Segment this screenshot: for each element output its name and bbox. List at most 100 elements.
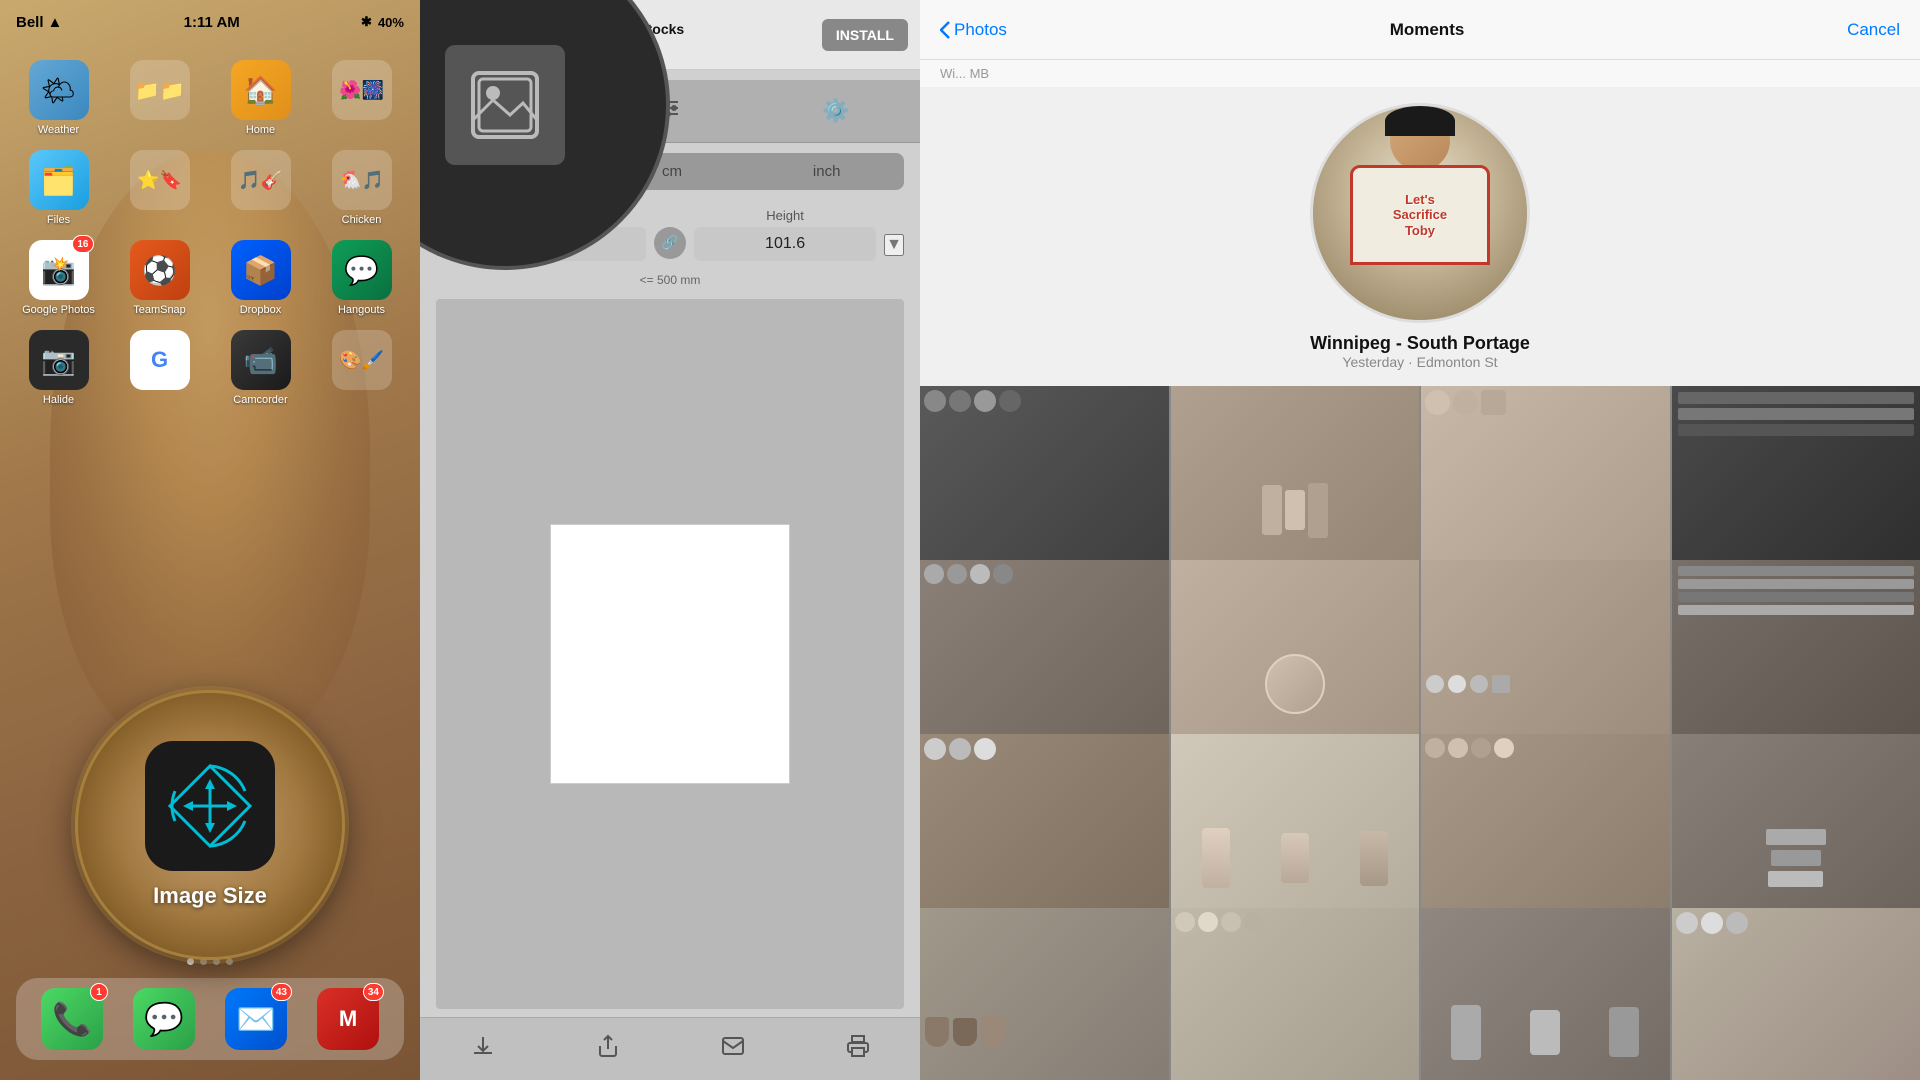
app-dropbox[interactable]: 📦 Dropbox — [214, 240, 307, 316]
google-icon: G — [151, 347, 168, 373]
app-files[interactable]: 🗂️ Files — [12, 150, 105, 226]
image-size-label: Image Size — [153, 883, 267, 909]
share-icon — [596, 1034, 620, 1058]
height-group: Height — [694, 208, 876, 261]
dock-messages[interactable]: 💬 — [133, 988, 195, 1050]
photos-header: Photos Moments Cancel — [920, 0, 1920, 60]
camcorder-icon: 📹 — [243, 344, 278, 377]
width-down-arrow[interactable]: ▼ — [884, 234, 904, 256]
app-google[interactable]: G — [113, 330, 206, 406]
dropbox-icon: 📦 — [243, 254, 278, 287]
home-label: Home — [246, 124, 275, 136]
folder3-icon: ⭐🔖 — [137, 170, 182, 191]
dock-phone[interactable]: 📞 1 — [41, 988, 103, 1050]
dock-messages-icon: 💬 — [144, 1000, 184, 1038]
print-button[interactable] — [846, 1034, 870, 1064]
teamsnap-icon: ⚽ — [142, 254, 177, 287]
moment-avatar[interactable]: Let's Sacrifice Toby — [1310, 103, 1530, 323]
hangouts-label: Hangouts — [338, 304, 385, 316]
shirt-image: Let's Sacrifice Toby — [1313, 106, 1527, 320]
teamsnap-label: TeamSnap — [133, 304, 186, 316]
moment-section: Let's Sacrifice Toby Winnipeg - South Po… — [920, 87, 1920, 386]
photo-grid: ♥ ♥ — [920, 386, 1920, 1080]
status-bar: Bell ▲ 1:11 AM ✱ 40% — [0, 0, 420, 44]
files-icon: 🗂️ — [41, 164, 76, 197]
dropbox-label: Dropbox — [240, 304, 282, 316]
thumb-content-14 — [1171, 908, 1420, 1080]
status-right: ✱ 40% — [361, 14, 404, 30]
bluetooth-icon: ✱ — [361, 14, 372, 30]
install-button[interactable]: INSTALL — [822, 19, 908, 51]
dot-4 — [226, 958, 233, 965]
google-photos-label: Google Photos — [22, 304, 95, 316]
phone-panel: Bell ▲ 1:11 AM ✱ 40% 🌤 Weather 📁📁 🏠 — [0, 0, 420, 1080]
dock-mail-badge: 43 — [271, 983, 292, 1001]
app-folder2[interactable]: 🌺🎆 — [315, 60, 408, 136]
time-label: 1:11 AM — [184, 14, 240, 31]
status-left: Bell ▲ — [16, 14, 62, 31]
app-home[interactable]: 🏠 Home — [214, 60, 307, 136]
app-folder6[interactable]: 🎨🖌️ — [315, 330, 408, 406]
image-size-icon — [145, 741, 275, 871]
height-input[interactable] — [694, 227, 876, 261]
avatar-hair — [1385, 106, 1455, 136]
home-icon: 🏠 — [243, 74, 278, 107]
diamond-arrow-icon — [165, 761, 255, 851]
photos-panel: Photos Moments Cancel Wi... MB — [920, 0, 1920, 1080]
download-icon — [471, 1034, 495, 1058]
image-size-circle-overlay[interactable]: Image Size — [75, 690, 345, 960]
preview-area — [436, 299, 904, 1009]
share-button[interactable] — [596, 1034, 620, 1064]
height-label: Height — [766, 208, 804, 223]
thumb-content-16 — [1672, 908, 1920, 1080]
thumb-content-13 — [920, 908, 1169, 1080]
dock-mail[interactable]: ✉️ 43 — [225, 988, 287, 1050]
chicken-label: Chicken — [342, 214, 382, 226]
cancel-button[interactable]: Cancel — [1847, 20, 1900, 40]
app-camcorder[interactable]: 📹 Camcorder — [214, 330, 307, 406]
down-arrow-group: ▼ — [884, 234, 904, 256]
app-weather[interactable]: 🌤 Weather — [12, 60, 105, 136]
google-photos-badge: 16 — [72, 235, 93, 253]
settings-button[interactable]: ⚙️ — [810, 92, 861, 130]
app-hangouts[interactable]: 💬 Hangouts — [315, 240, 408, 316]
download-button[interactable] — [471, 1034, 495, 1064]
mail-button[interactable] — [721, 1034, 745, 1064]
dock-phone-badge: 1 — [90, 983, 108, 1001]
back-label: Photos — [954, 20, 1007, 40]
link-icon[interactable]: 🔗 — [654, 227, 686, 259]
carrier-label: Bell — [16, 14, 44, 31]
app-halide[interactable]: 📷 Halide — [12, 330, 105, 406]
thumb-content-15 — [1421, 908, 1670, 1080]
dock-gmail[interactable]: M 34 — [317, 988, 379, 1050]
app-chicken[interactable]: 🐔🎵 Chicken — [315, 150, 408, 226]
top-hint-text: Wi... MB — [920, 60, 1920, 87]
moment-subtitle: Yesterday · Edmonton St — [1342, 354, 1497, 370]
shirt-text: Let's Sacrifice Toby — [1393, 192, 1447, 239]
app-teamsnap[interactable]: ⚽ TeamSnap — [113, 240, 206, 316]
dock: 📞 1 💬 ✉️ 43 M 34 — [16, 978, 404, 1060]
wifi-icon: ▲ — [48, 14, 63, 31]
photo-thumb-14[interactable] — [1171, 908, 1420, 1080]
unit-inch-button[interactable]: inch — [749, 153, 904, 190]
app-folder3[interactable]: ⭐🔖 — [113, 150, 206, 226]
battery-label: 40% — [378, 15, 404, 30]
print-icon — [846, 1034, 870, 1058]
photo-thumb-13[interactable] — [920, 908, 1169, 1080]
folder4-icon: 🎵🎸 — [238, 170, 283, 191]
app-folder1[interactable]: 📁📁 — [113, 60, 206, 136]
weather-icon: 🌤 — [41, 74, 77, 107]
top-hint-label: Wi... MB — [940, 66, 989, 81]
mail-icon — [721, 1034, 745, 1058]
folder2-icon: 🌺🎆 — [339, 80, 384, 101]
moment-title: Winnipeg - South Portage — [1310, 333, 1530, 354]
dock-gmail-badge: 34 — [363, 983, 384, 1001]
photo-frame-icon — [465, 65, 545, 145]
dot-1 — [187, 958, 194, 965]
camcorder-label: Camcorder — [233, 394, 287, 406]
photo-thumb-16[interactable] — [1672, 908, 1920, 1080]
app-google-photos[interactable]: 📸 16 Google Photos — [12, 240, 105, 316]
photo-thumb-15[interactable] — [1421, 908, 1670, 1080]
photos-back-button[interactable]: Photos — [940, 20, 1007, 40]
app-folder4[interactable]: 🎵🎸 — [214, 150, 307, 226]
